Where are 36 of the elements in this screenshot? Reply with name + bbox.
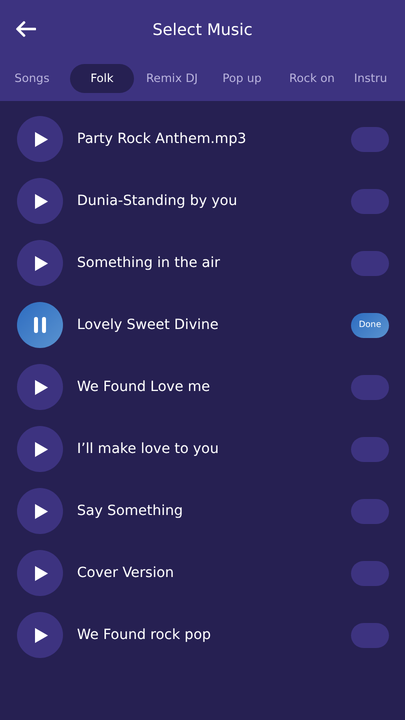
play-button[interactable] [17,488,63,534]
play-icon [35,380,48,394]
category-tab[interactable]: Pop up [210,64,274,92]
song-title: Say Something [77,503,184,519]
play-icon [35,504,48,518]
play-icon [35,194,48,208]
song-title: We Found Love me [77,379,212,395]
play-icon [35,256,48,270]
song-title: Party Rock Anthem.mp3 [77,131,248,147]
play-button[interactable] [17,550,63,596]
category-tab[interactable]: Songs [0,64,64,92]
category-tab[interactable]: Folk [70,64,134,92]
play-button[interactable] [17,178,63,224]
play-button[interactable] [17,364,63,410]
play-button[interactable] [17,426,63,472]
song-title: Cover Version [77,565,175,581]
done-button[interactable]: Done [351,312,389,338]
category-tab[interactable]: Rock on [280,64,344,92]
song-title: We Found rock pop [77,627,212,643]
play-icon [35,628,48,642]
play-button[interactable] [17,116,63,162]
pause-icon [34,317,46,333]
category-tab[interactable]: Remix DJ [140,64,204,92]
play-button[interactable] [17,240,63,286]
play-icon [35,442,48,456]
play-icon [35,566,48,580]
play-icon [35,132,48,146]
song-title: Something in the air [77,255,222,271]
pause-button[interactable] [17,302,63,348]
song-title: Dunia-Standing by you [77,193,238,209]
play-button[interactable] [17,612,63,658]
song-title: I’ll make love to you [77,441,220,457]
category-tab[interactable]: Instru [350,64,405,92]
screen-title: Select Music [152,20,252,38]
song-title: Lovely Sweet Divine [77,317,220,333]
back-arrow-icon[interactable] [16,21,36,37]
